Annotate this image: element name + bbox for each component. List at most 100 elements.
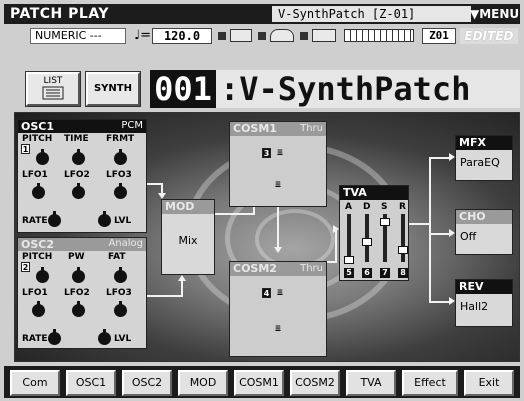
osc1-header: OSC1 PCM (18, 120, 146, 133)
mfx-box[interactable]: MFX ParaEQ (455, 135, 513, 181)
mod-box[interactable]: MOD Mix (161, 199, 215, 275)
arrow-down-icon (274, 247, 282, 253)
rev-value: Hall2 (460, 300, 489, 313)
tab-tva[interactable]: TVA (346, 370, 396, 396)
osc1-pitch-knob[interactable] (36, 149, 49, 165)
osc1-number-tag: 1 (21, 144, 30, 154)
patch-number[interactable]: 001 (150, 70, 216, 108)
pedal-icon (270, 29, 294, 42)
osc1-lfo1-knob[interactable] (32, 183, 45, 199)
osc2-lfo2-label: LFO2 (64, 288, 90, 298)
arrow-up-icon (178, 275, 186, 281)
osc2-fat-label: FAT (108, 252, 126, 262)
osc1-lfo3-knob[interactable] (114, 183, 127, 199)
tva-a-slider[interactable] (344, 256, 354, 264)
osc1-title: OSC1 (21, 120, 54, 133)
effects-bus (429, 157, 431, 301)
osc2-connector (181, 281, 183, 297)
osc2-lfo3-label: LFO3 (106, 288, 132, 298)
tempo-field[interactable]: 120.0 (152, 28, 212, 44)
osc2-lfo3-knob[interactable] (114, 301, 127, 317)
osc1-time-label: TIME (64, 134, 89, 144)
patch-play-screen: PATCH PLAY V-SynthPatch [Z-01] ▼MENU NUM… (0, 0, 524, 401)
keyboard-icon (230, 29, 252, 42)
screen-title: PATCH PLAY (10, 6, 109, 22)
tab-osc1[interactable]: OSC1 (66, 370, 116, 396)
osc2-lfo2-knob[interactable] (72, 301, 85, 317)
filter-icon: ≡ ‾ (275, 324, 281, 340)
tab-cosm2[interactable]: COSM2 (290, 370, 340, 396)
osc1-rate-label: RATE (22, 216, 48, 226)
osc1-frmt-label: FRMT (106, 134, 135, 144)
list-label: LIST (43, 76, 63, 86)
osc1-frmt-knob[interactable] (114, 149, 127, 165)
osc2-fat-knob[interactable] (114, 267, 127, 283)
background-swirl (255, 209, 335, 269)
osc2-pw-label: PW (68, 252, 85, 262)
osc1-lvl-knob[interactable] (98, 211, 111, 227)
tempo-symbol: ♩= (134, 28, 152, 43)
indicator-square-icon (258, 32, 266, 40)
cosm2-box[interactable]: COSM2 Thru 4 ≡ ‾ ≡ ‾ (229, 261, 327, 357)
cho-header: CHO (456, 210, 512, 224)
cho-value: Off (460, 230, 477, 243)
osc2-lfo1-knob[interactable] (32, 301, 45, 317)
tab-mod[interactable]: MOD (178, 370, 228, 396)
osc1-rate-knob[interactable] (48, 211, 61, 227)
cosm1-number-tag: 3 (262, 148, 271, 158)
menu-button[interactable]: ▼MENU (470, 6, 519, 22)
mod-header: MOD (162, 200, 214, 214)
tab-cosm1[interactable]: COSM1 (234, 370, 284, 396)
keyboard-range-icon (344, 29, 414, 42)
mfx-header: MFX (456, 136, 512, 150)
osc1-lfo2-label: LFO2 (64, 170, 90, 180)
osc2-connector (147, 295, 181, 297)
osc1-time-knob[interactable] (72, 149, 85, 165)
bank-indicator: Z01 (422, 28, 456, 44)
tva-connector (409, 223, 431, 225)
osc2-pw-knob[interactable] (72, 267, 85, 283)
osc2-rate-knob[interactable] (48, 329, 61, 345)
tab-osc2[interactable]: OSC2 (122, 370, 172, 396)
osc1-lfo2-knob[interactable] (72, 183, 85, 199)
osc2-type: Analog (108, 238, 143, 249)
tva-d-slider[interactable] (362, 238, 372, 246)
osc2-lvl-knob[interactable] (98, 329, 111, 345)
tab-exit[interactable]: Exit (464, 370, 514, 396)
tva-d-label: D (363, 202, 371, 212)
tva-r-slider[interactable] (398, 246, 408, 254)
cho-connector (429, 233, 451, 235)
osc2-title: OSC2 (21, 238, 54, 251)
rev-header: REV (456, 280, 512, 294)
tva-header: TVA (340, 186, 408, 200)
cho-box[interactable]: CHO Off (455, 209, 513, 255)
patch-name-box: V-SynthPatch [Z-01] (272, 6, 471, 22)
osc1-lvl-label: LVL (114, 216, 132, 226)
list-icon (42, 86, 64, 100)
function-tab-bar: Com OSC1 OSC2 MOD COSM1 COSM2 TVA Effect… (4, 366, 520, 398)
tva-a-label: A (345, 202, 352, 212)
tva-s-slider[interactable] (380, 218, 390, 226)
rev-box[interactable]: REV Hall2 (455, 279, 513, 327)
numeric-indicator: NUMERIC --- (30, 28, 126, 44)
cosm1-box[interactable]: COSM1 Thru 3 ≡ ‾ ≡ ‾ (229, 121, 327, 207)
osc2-pitch-knob[interactable] (36, 267, 49, 283)
cosm1-title: COSM1 (233, 122, 277, 135)
cosm1-mode: Thru (300, 123, 323, 134)
filter-icon: ≡ ‾ (277, 148, 283, 164)
osc1-panel[interactable]: OSC1 PCM 1 PITCH TIME FRMT LFO1 LFO2 LFO… (17, 119, 147, 233)
osc2-lfo1-label: LFO1 (22, 288, 48, 298)
synth-button[interactable]: SYNTH (86, 72, 140, 106)
tab-com[interactable]: Com (10, 370, 60, 396)
tva-r-label: R (399, 202, 406, 212)
tva-d-number: 6 (362, 268, 372, 278)
cosm2-connector (335, 229, 337, 263)
osc2-panel[interactable]: OSC2 Analog 2 PITCH PW FAT LFO1 LFO2 LFO… (17, 237, 147, 349)
tab-effect[interactable]: Effect (402, 370, 458, 396)
mfx-value: ParaEQ (460, 156, 500, 169)
tva-box[interactable]: TVA A D S R 5 6 7 8 (339, 185, 409, 281)
synth-structure-view: OSC1 PCM 1 PITCH TIME FRMT LFO1 LFO2 LFO… (14, 112, 520, 362)
patch-name[interactable]: :V-SynthPatch (216, 70, 520, 108)
indicator-square-icon (218, 32, 226, 40)
list-button[interactable]: LIST (26, 72, 80, 106)
